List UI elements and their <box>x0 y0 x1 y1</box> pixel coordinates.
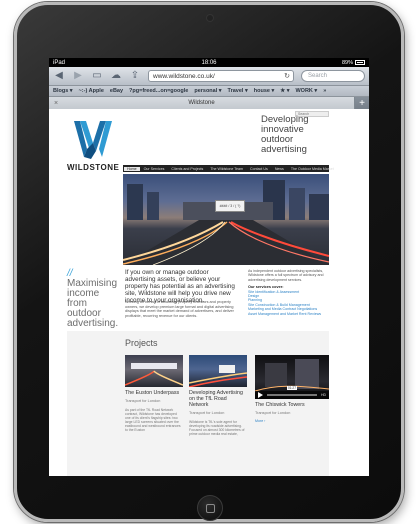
project-title: The Euston Underpass <box>125 390 180 396</box>
nav-team[interactable]: The Wildstone Team <box>207 167 246 171</box>
maximising-heading: // Maximising income from outdoor advert… <box>67 268 119 329</box>
bookmark-item[interactable]: ?pg=freed...on=google <box>129 88 188 94</box>
projects-heading: Projects <box>125 338 158 348</box>
bookmark-item[interactable]: ★ ▾ <box>280 88 289 94</box>
close-tab-icon[interactable]: × <box>54 100 58 107</box>
nav-our-services[interactable]: Our Services <box>141 167 168 171</box>
url-text: www.wildstone.co.uk/ <box>153 72 215 80</box>
home-square-icon <box>205 503 215 513</box>
hero-image: #### / 3 / ( ?) <box>123 174 329 265</box>
video-player[interactable]: 01:27 HD <box>255 355 329 399</box>
play-icon[interactable] <box>258 392 263 398</box>
euston-underpass-image <box>125 363 183 386</box>
bookmark-item[interactable]: house ▾ <box>254 88 275 94</box>
cloud-tabs-icon[interactable]: ☁ <box>110 71 122 81</box>
brand-name: WILDSTONE <box>67 163 120 172</box>
share-icon[interactable]: ⇪ <box>129 71 141 81</box>
video-scrubber[interactable] <box>267 394 317 396</box>
nav-clients-projects[interactable]: Clients and Projects <box>168 167 206 171</box>
status-bar: iPad 18:06 89% <box>49 58 369 67</box>
site-tagline: Developing innovative outdoor advertisin… <box>261 114 309 155</box>
services-panel: As independent outdoor advertising speci… <box>248 269 330 316</box>
project-thumbnail <box>189 355 247 387</box>
service-link[interactable]: Asset Management and Market Rent Reviews <box>248 312 330 316</box>
project-description: Wildstone is TfL's sole agent for develo… <box>189 420 245 436</box>
web-page: Search WILDSTONE Developing innovative o… <box>49 109 369 476</box>
video-controls[interactable]: HD <box>255 391 329 399</box>
project-card[interactable]: 01:27 HD The Chiswick Towers Transport f… <box>255 355 329 423</box>
tab-wildstone[interactable]: × Wildstone <box>49 97 355 109</box>
browser-toolbar: ◀ ▶ ▭ ☁ ⇪ www.wildstone.co.uk/ ↻ Search <box>49 67 369 86</box>
projects-section: Projects The Euston Underpass Transport … <box>67 331 329 476</box>
project-client: Transport for London <box>125 399 161 403</box>
bookmark-item[interactable]: eBay <box>110 88 123 94</box>
address-bar[interactable]: www.wildstone.co.uk/ ↻ <box>148 70 294 82</box>
project-client: Transport for London <box>189 411 225 415</box>
tab-bar: × Wildstone + <box>49 97 369 109</box>
intro-text: If you own or manage outdoor advertising… <box>125 269 235 304</box>
back-arrow-icon[interactable]: ◀ <box>53 71 65 81</box>
road-light-trails <box>123 220 329 265</box>
battery-icon <box>355 59 365 65</box>
project-client: Transport for London <box>255 411 291 415</box>
bookmark-item[interactable]: ~:-) Apple <box>79 88 104 94</box>
bookmarks-book-icon[interactable]: ▭ <box>91 71 103 81</box>
reload-icon[interactable]: ↻ <box>284 72 290 80</box>
project-card[interactable]: Developing Advertising on the TfL Road N… <box>189 355 247 436</box>
bookmark-item[interactable]: personal ▾ <box>194 88 221 94</box>
billboard: #### / 3 / ( ?) <box>215 200 245 212</box>
browser-search-placeholder: Search <box>308 73 328 79</box>
wildstone-w-logo-icon <box>74 121 112 159</box>
intro-small-text: Working on behalf of landlords, property… <box>125 300 234 318</box>
project-title: The Chiswick Towers <box>255 402 305 408</box>
bookmark-item[interactable]: Travel ▾ <box>228 88 248 94</box>
nav-home[interactable]: Home <box>124 166 140 171</box>
project-title: Developing Advertising on the TfL Road N… <box>189 390 243 408</box>
nav-contact[interactable]: Contact Us <box>247 167 271 171</box>
nav-media-market[interactable]: The Outdoor Media Market <box>288 167 337 171</box>
bookmarks-bar: Blogs ▾ ~:-) Apple eBay ?pg=freed...on=g… <box>49 86 369 97</box>
wildstone-site: Search WILDSTONE Developing innovative o… <box>67 109 334 476</box>
front-camera <box>207 15 213 21</box>
video-time: 01:27 <box>287 386 297 390</box>
tab-title: Wildstone <box>188 100 215 106</box>
services-intro: As independent outdoor advertising speci… <box>248 269 324 282</box>
logo[interactable]: WILDSTONE <box>67 119 120 181</box>
project-card[interactable]: The Euston Underpass Transport for Londo… <box>125 355 183 432</box>
ipad-screen: iPad 18:06 89% ◀ ▶ ▭ ☁ ⇪ www.wildstone.c… <box>49 58 369 476</box>
bookmark-item[interactable]: » <box>323 88 326 94</box>
project-more-link[interactable]: More › <box>255 419 329 423</box>
clock: 18:06 <box>201 59 217 66</box>
hd-toggle[interactable]: HD <box>321 393 326 397</box>
site-nav: Home Our Services Clients and Projects T… <box>123 165 334 172</box>
project-description: As part of the TfL Road Network contract… <box>125 408 181 432</box>
bookmark-item[interactable]: Blogs ▾ <box>53 88 73 94</box>
bookmark-item[interactable]: WORK ▾ <box>295 88 317 94</box>
forward-arrow-icon[interactable]: ▶ <box>72 71 84 81</box>
tfl-road-network-image <box>189 365 247 387</box>
home-button[interactable] <box>197 495 223 521</box>
browser-search-field[interactable]: Search <box>301 70 365 82</box>
nav-news[interactable]: News <box>272 167 287 171</box>
new-tab-plus-icon[interactable]: + <box>355 97 369 109</box>
project-thumbnail <box>125 355 183 387</box>
